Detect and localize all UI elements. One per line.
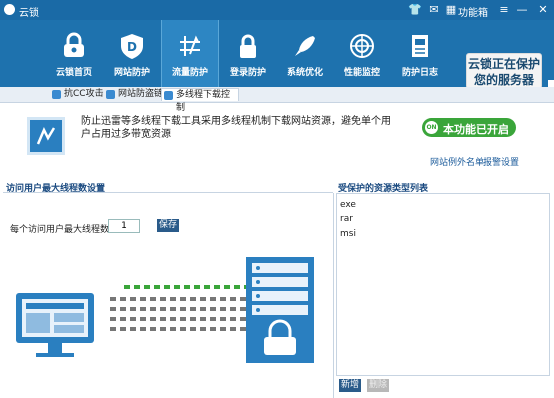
minimize-icon[interactable]: —: [515, 3, 529, 17]
nav-label-home: 云锁首页: [55, 68, 92, 78]
add-button[interactable]: 新增: [339, 379, 361, 392]
save-button[interactable]: 保存: [157, 219, 179, 232]
subtab-label: 抗CC攻击: [64, 89, 104, 99]
nav-label-logs: 防护日志: [401, 68, 438, 78]
nav-item-optimize[interactable]: 系统优化: [277, 20, 333, 87]
nav-label-optimize: 系统优化: [286, 68, 323, 78]
sub-tab-bar: 抗CC攻击 网站防盗链 多线程下载控制: [0, 87, 554, 113]
nav-item-monitor[interactable]: 性能监控: [334, 20, 390, 87]
shield-icon: [164, 91, 173, 100]
toggle-on-indicator: ON: [425, 121, 438, 134]
server-icon: [246, 257, 314, 363]
nav-item-home[interactable]: 云锁首页: [46, 20, 102, 87]
blocked-thread-dashes: [110, 297, 246, 331]
computer-icon: [16, 293, 94, 357]
multithread-icon: [36, 127, 56, 145]
mail-icon[interactable]: ✉: [427, 3, 441, 17]
alert-settings-link[interactable]: 报警设置: [483, 155, 519, 168]
max-threads-input[interactable]: [108, 219, 140, 233]
exceptions-link[interactable]: 网站例外名单: [430, 155, 484, 168]
shield-d-icon: D: [121, 34, 143, 59]
max-threads-label: 每个访问用户最大线程数: [10, 225, 110, 235]
rocket-icon: [295, 36, 315, 56]
panel-divider: [333, 193, 334, 398]
log-icon: [412, 35, 428, 57]
shirt-icon[interactable]: 👕: [408, 3, 422, 17]
shield-icon: [106, 90, 115, 99]
subtab-label: 网站防盗链: [118, 89, 164, 99]
grid-icon[interactable]: ▦: [444, 3, 458, 17]
menu-icon[interactable]: ≡: [497, 3, 511, 17]
divider: [3, 192, 333, 193]
nav-item-logs[interactable]: 防护日志: [392, 20, 448, 87]
nav-label-traffic: 流量防护: [171, 68, 208, 78]
nav-label-monitor: 性能监控: [343, 68, 380, 78]
feature-description: 防止迅雷等多线程下载工具采用多线程机制下载网站资源，避免单个用户占用过多带宽资源: [81, 116, 391, 140]
radar-icon: [350, 34, 374, 58]
title-bar: 云锁 👕 ✉ ▦ 功能箱 ≡ — ✕: [0, 0, 554, 20]
status-line-1: 云锁正在保护: [467, 57, 540, 71]
toggle-label: 本功能已开启: [443, 123, 509, 136]
shield-icon: [52, 90, 61, 99]
subtab-anti-leech[interactable]: 网站防盗链: [104, 88, 164, 101]
download-illustration: [16, 257, 314, 363]
subtab-anti-cc[interactable]: 抗CC攻击: [50, 88, 112, 101]
lock-icon: [64, 32, 84, 57]
nav-item-login[interactable]: 登录防护: [220, 20, 276, 87]
padlock-icon: [240, 34, 256, 58]
subtab-label: 多线程下载控制: [176, 90, 231, 113]
nav-item-traffic[interactable]: 流量防护: [161, 20, 219, 87]
resource-list: [336, 193, 550, 376]
subtab-multithread-download[interactable]: 多线程下载控制: [161, 88, 239, 113]
status-line-2: 您的服务器: [473, 73, 534, 87]
window-title: 云锁: [19, 8, 39, 19]
feature-toggle[interactable]: ON 本功能已开启: [422, 118, 516, 137]
feature-icon: [27, 117, 65, 155]
nav-label-login: 登录防护: [229, 68, 266, 78]
svg-text:D: D: [127, 40, 137, 54]
list-item[interactable]: exe: [340, 200, 356, 210]
app-logo-icon: [4, 4, 15, 15]
nav-item-website[interactable]: D 网站防护: [104, 20, 160, 87]
list-item[interactable]: msi: [340, 229, 356, 239]
list-item[interactable]: rar: [340, 214, 353, 224]
main-nav: 云锁首页 D 网站防护 流量防护 登录防护 系统优化 性能监控 防护日志 云锁正…: [0, 20, 554, 92]
function-box-button[interactable]: 功能箱: [458, 4, 488, 19]
delete-button[interactable]: 删除: [367, 379, 389, 392]
protection-status-badge: 云锁正在保护 您的服务器: [466, 53, 542, 89]
traffic-icon: [180, 35, 200, 56]
nav-label-website: 网站防护: [113, 68, 150, 78]
close-icon[interactable]: ✕: [536, 3, 550, 17]
